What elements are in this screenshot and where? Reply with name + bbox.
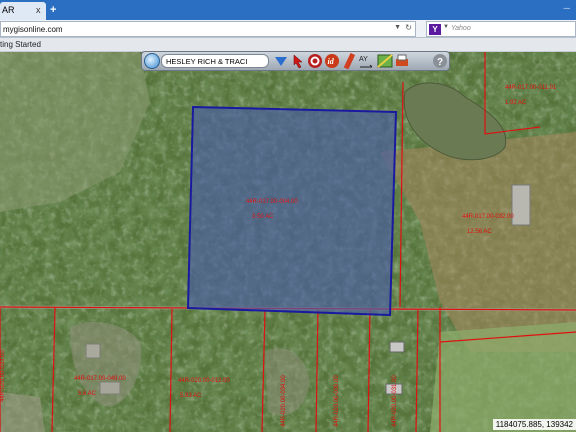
dropdown-arrow-icon[interactable] <box>273 53 289 69</box>
url-dropdown-icon[interactable]: ▼ <box>394 24 401 31</box>
browser-nav-bar: mygisonline.com ▼ ↻ Y ▼ Yahoo <box>0 20 576 38</box>
parcel-label-acres: 5.93 AC <box>180 393 202 399</box>
field-green-bottom-right <box>430 322 576 432</box>
search-engine-dropdown-icon[interactable]: ▼ <box>443 24 449 30</box>
reload-icon[interactable]: ↻ <box>405 23 412 32</box>
parcel-label-id: 44R-020.00-031.00 <box>392 375 398 427</box>
browser-tab-bar: AR x + ─ <box>0 0 576 20</box>
yahoo-logo-icon[interactable]: Y <box>429 24 441 35</box>
parcel-label-id: 44R-020.00-033.00 <box>0 350 6 402</box>
parcel-label-acres: 12.56 AC <box>467 229 492 235</box>
window-controls[interactable]: ─ <box>564 3 570 13</box>
building-right <box>511 184 531 226</box>
gis-toolbar: HESLEY RICH & TRACI id AY ? <box>141 51 450 71</box>
search-placeholder: Yahoo <box>451 25 471 32</box>
tab-close-icon[interactable]: x <box>36 5 41 15</box>
parcel-label-acres: 3.50 AC <box>252 214 274 220</box>
label-ay-icon[interactable]: AY <box>358 53 374 69</box>
layers-map-icon[interactable] <box>377 53 393 69</box>
parcel-label-acres: 5.6 AC <box>78 391 97 397</box>
aerial-map[interactable]: 44R-017.00-004.00 3.50 AC 44R-017.00-011… <box>0 52 576 432</box>
parcel-label-id: 44R-017.00-011.01 <box>505 85 557 91</box>
new-tab-button[interactable]: + <box>50 4 56 16</box>
help-icon[interactable]: ? <box>432 53 448 69</box>
building-bottom-mid <box>389 341 405 353</box>
parcel-label-acres: 1.92 AC <box>505 100 527 106</box>
svg-text:?: ? <box>437 57 443 68</box>
pointer-icon[interactable] <box>290 53 306 69</box>
parcel-label-id: 44R-017.00-049.00 <box>74 376 126 382</box>
identify-target-icon[interactable] <box>307 53 323 69</box>
browser-tab[interactable]: AR x <box>0 2 46 20</box>
coordinate-readout: 1184075.885, 139342 <box>492 419 576 430</box>
bookmarks-bar: ting Started <box>0 38 576 52</box>
svg-text:AY: AY <box>359 56 368 63</box>
url-bar[interactable]: mygisonline.com ▼ ↻ <box>0 21 416 37</box>
parcel-label-id: 44R-020.00-012.00 <box>178 378 230 384</box>
parcel-label-id: 44R-017.00-004.00 <box>246 199 298 205</box>
measure-ruler-icon[interactable] <box>341 53 357 69</box>
selected-parcel[interactable] <box>186 105 398 317</box>
parcel-label-id: 44R-017.00-032.00 <box>462 214 514 220</box>
search-icon[interactable] <box>144 53 160 69</box>
svg-text:id: id <box>328 57 335 66</box>
search-box[interactable]: Y ▼ Yahoo <box>426 21 576 37</box>
parcel-label-id: 44R-020.00-034.00 <box>281 375 287 427</box>
clearing-bottom-corner <box>0 392 45 432</box>
owner-search-input[interactable]: HESLEY RICH & TRACI <box>161 54 269 68</box>
parcel-label-id: 44R-020.00-030.00 <box>334 375 340 427</box>
identify-id-icon[interactable]: id <box>324 53 340 69</box>
map-view[interactable]: 44R-017.00-004.00 3.50 AC 44R-017.00-011… <box>0 52 576 432</box>
print-icon[interactable] <box>394 53 410 69</box>
bookmark-getting-started[interactable]: ting Started <box>0 40 41 49</box>
url-text: mygisonline.com <box>3 25 63 34</box>
tab-title: AR <box>2 5 15 15</box>
